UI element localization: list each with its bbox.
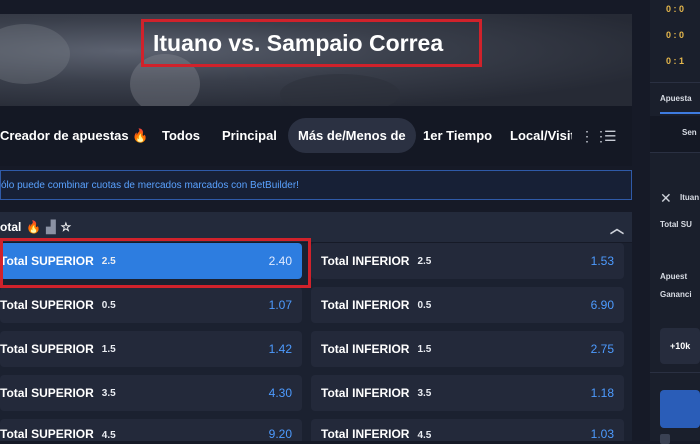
slip-selection: Total SU	[660, 220, 692, 229]
event-title: Ituano vs. Sampaio Correa	[153, 29, 444, 56]
betbuilder-info-banner: ólo puede combinar cuotas de mercados ma…	[0, 170, 632, 200]
tab-all[interactable]: Todos	[162, 128, 200, 143]
odd-under-3-5[interactable]: Total INFERIOR 3.5 1.18	[311, 375, 624, 411]
list-view-icon[interactable]: ☰	[604, 128, 617, 145]
tab-underline	[660, 112, 700, 114]
tab-over-under[interactable]: Más de/Menos de	[288, 118, 416, 153]
star-icon[interactable]: ☆	[61, 220, 72, 234]
market-tabs: Creador de apuestas 🔥 Todos Principal Má…	[0, 106, 632, 166]
live-score: 0 : 0	[666, 4, 685, 14]
divider	[650, 152, 700, 153]
hero-image-shape	[0, 24, 70, 84]
odd-over-0-5[interactable]: Total SUPERIOR 0.5 1.07	[0, 287, 302, 323]
event-title-highlight: Ituano vs. Sampaio Correa	[141, 19, 482, 67]
bet-slip-panel: 0 : 0 0 : 0 0 : 1 Apuesta Sen ✕ Ituan To…	[650, 0, 700, 444]
odd-over-1-5[interactable]: Total SUPERIOR 1.5 1.42	[0, 331, 302, 367]
bet-builder-icon: ▟	[46, 220, 56, 234]
divider	[650, 82, 700, 83]
odd-over-4-5[interactable]: Total SUPERIOR 4.5 9.20	[0, 419, 302, 441]
info-text: ólo puede combinar cuotas de mercados ma…	[1, 179, 299, 191]
hero-image-shape	[280, 74, 400, 106]
chevron-up-icon[interactable]: ︿	[610, 218, 624, 238]
selected-odd-highlight	[0, 238, 311, 288]
tab-main[interactable]: Principal	[222, 128, 277, 143]
fire-icon: 🔥	[26, 220, 42, 234]
bet-slip-tab[interactable]: Apuesta	[660, 94, 692, 103]
bet-type-tabs: Sen	[650, 116, 700, 152]
slip-event-name: Ituan	[680, 193, 700, 202]
odd-over-3-5[interactable]: Total SUPERIOR 3.5 4.30	[0, 375, 302, 411]
potential-gain-label: Gananci	[660, 290, 692, 299]
odd-under-0-5[interactable]: Total INFERIOR 0.5 6.90	[311, 287, 624, 323]
tab-bet-builder[interactable]: Creador de apuestas 🔥	[0, 128, 148, 144]
place-bet-button[interactable]	[660, 390, 700, 428]
odd-under-4-5[interactable]: Total INFERIOR 4.5 1.03	[311, 419, 624, 441]
live-score: 0 : 0	[666, 30, 685, 40]
market-name: otal	[0, 220, 22, 234]
tab-home-away[interactable]: Local/Visita	[510, 128, 572, 143]
close-icon[interactable]: ✕	[660, 190, 672, 207]
odd-under-2-5[interactable]: Total INFERIOR 2.5 1.53	[311, 243, 624, 279]
live-score: 0 : 1	[666, 56, 685, 66]
odd-under-1-5[interactable]: Total INFERIOR 1.5 2.75	[311, 331, 624, 367]
stake-label: Apuest	[660, 272, 688, 281]
tab-single[interactable]: Sen	[682, 128, 697, 137]
quick-stake-button[interactable]: +10k	[660, 328, 700, 364]
accept-odds-checkbox[interactable]	[660, 434, 670, 444]
divider	[650, 372, 700, 373]
tab-first-half[interactable]: 1er Tiempo	[423, 128, 492, 143]
